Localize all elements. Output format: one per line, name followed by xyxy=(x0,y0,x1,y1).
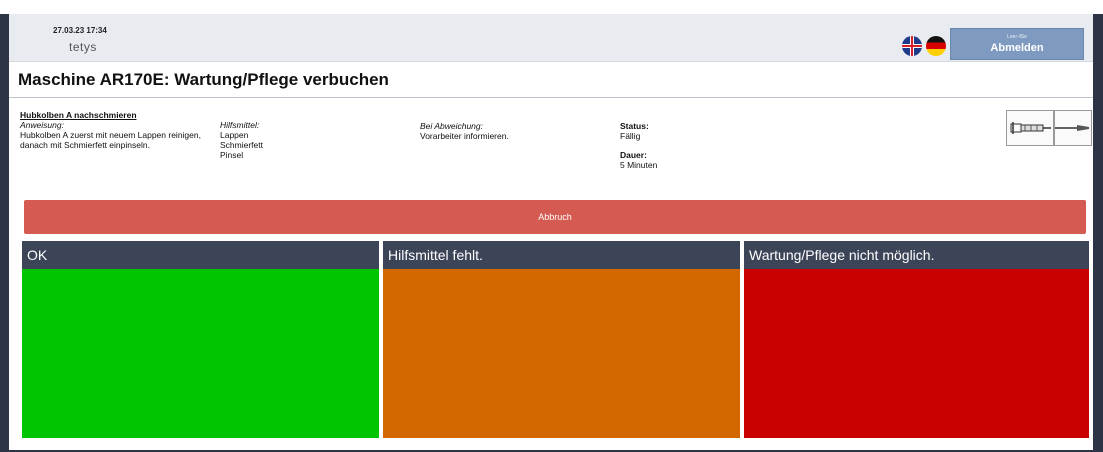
german-flag-icon[interactable] xyxy=(926,36,946,56)
option-ok-panel xyxy=(22,269,379,438)
logout-user-name: Leer ilSe xyxy=(1007,34,1027,40)
option-not-possible-label: Wartung/Pflege nicht möglich. xyxy=(744,241,1089,269)
task-deviation-block: Bei Abweichung: Vorarbeiter informieren. xyxy=(420,121,580,141)
header-bar: 27.03.23 17:34 tetys Leer ilSe Abmelden xyxy=(9,14,1093,62)
datetime-display: 27.03.23 17:34 xyxy=(53,26,107,35)
tool-item: Schmierfett xyxy=(220,140,263,150)
tool-image-thumbnail[interactable] xyxy=(1006,110,1054,146)
uk-flag-icon[interactable] xyxy=(902,36,922,56)
task-tools-block: Hilfsmittel: Lappen Schmierfett Pinsel xyxy=(220,120,370,160)
window-right-border xyxy=(1093,14,1103,452)
deviation-label: Bei Abweichung: xyxy=(420,121,484,131)
instruction-label: Anweisung: xyxy=(20,120,64,130)
option-tools-missing-label: Hilfsmittel fehlt. xyxy=(383,241,740,269)
task-status-block: Status: Fällig Dauer: 5 Minuten xyxy=(620,121,740,170)
task-title: Hubkolben A nachschmieren xyxy=(20,110,137,120)
instruction-text: Hubkolben A zuerst mit neuem Lappen rein… xyxy=(20,130,201,150)
logout-label: Abmelden xyxy=(990,42,1044,54)
window-top-edge xyxy=(0,0,1103,14)
duration-label: Dauer: xyxy=(620,150,647,160)
app-container: 27.03.23 17:34 tetys Leer ilSe Abmelden … xyxy=(9,14,1093,450)
tool-item: Lappen xyxy=(220,130,249,140)
option-not-possible-button[interactable]: Wartung/Pflege nicht möglich. xyxy=(744,241,1089,452)
tools-label: Hilfsmittel: xyxy=(220,120,260,130)
brush-icon xyxy=(1055,125,1089,131)
cancel-button[interactable]: Abbruch xyxy=(24,200,1086,234)
page-title: Maschine AR170E: Wartung/Pflege verbuche… xyxy=(18,70,389,89)
app-logo: tetys xyxy=(69,40,97,54)
option-ok-label: OK xyxy=(22,241,379,269)
option-tools-missing-panel xyxy=(383,269,740,438)
deviation-text: Vorarbeiter informieren. xyxy=(420,131,509,141)
task-instruction-block: Hubkolben A nachschmieren Anweisung: Hub… xyxy=(20,110,230,150)
status-label: Status: xyxy=(620,121,649,131)
option-not-possible-panel xyxy=(744,269,1089,438)
tool-item: Pinsel xyxy=(220,150,244,160)
title-divider xyxy=(9,97,1093,98)
tool-image-thumbnail[interactable] xyxy=(1054,110,1092,146)
window-left-border xyxy=(0,14,9,452)
status-value: Fällig xyxy=(620,131,641,141)
option-tools-missing-button[interactable]: Hilfsmittel fehlt. xyxy=(383,241,740,452)
logout-button[interactable]: Leer ilSe Abmelden xyxy=(950,28,1084,60)
option-ok-button[interactable]: OK xyxy=(22,241,379,452)
duration-value: 5 Minuten xyxy=(620,160,658,170)
uk-flag-red-vertical xyxy=(911,36,913,56)
grease-gun-icon xyxy=(1010,122,1051,134)
